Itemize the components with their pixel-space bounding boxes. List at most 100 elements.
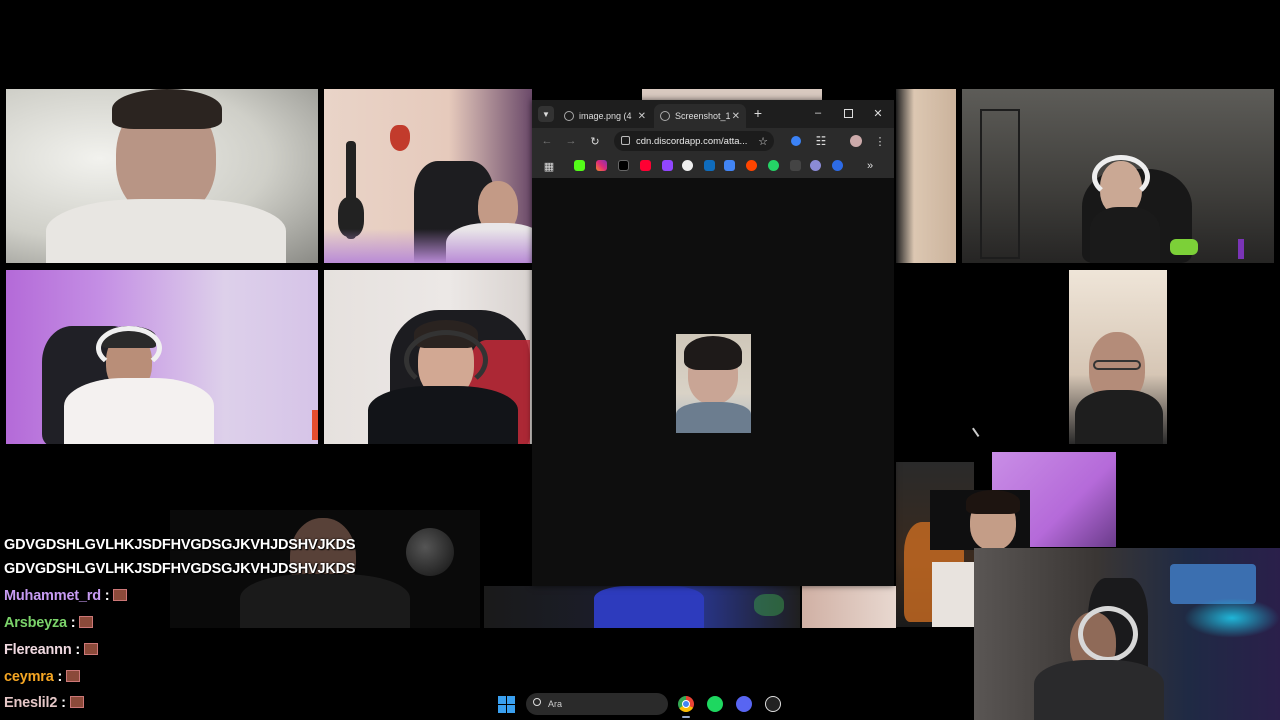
arrow-left-icon: ← bbox=[541, 135, 553, 147]
chrome-icon bbox=[682, 700, 690, 708]
tab-title: Screenshot_1 bbox=[675, 111, 731, 121]
extension-button[interactable] bbox=[788, 133, 804, 149]
reddit-icon[interactable] bbox=[746, 160, 757, 171]
plus-icon: + bbox=[753, 105, 763, 121]
back-button[interactable]: ← bbox=[538, 132, 556, 150]
site-info-icon bbox=[621, 136, 630, 145]
double-chevron-right-icon: » bbox=[866, 160, 874, 172]
more-bookmarks-button[interactable]: » bbox=[862, 158, 878, 174]
chrome-active-indicator bbox=[682, 716, 690, 718]
chat-username: Arsbeyza bbox=[4, 615, 67, 631]
x-icon[interactable] bbox=[618, 160, 629, 171]
chat-separator: : bbox=[70, 615, 76, 631]
chat-text: GDVGDSHLGVLHKJSDFHVGDSGJKVHJDSHVJKDS bbox=[4, 537, 356, 553]
forward-button[interactable]: → bbox=[562, 132, 580, 150]
chrome-bookmark-icon[interactable] bbox=[682, 160, 693, 171]
video-tile-14[interactable] bbox=[802, 586, 896, 628]
chat-message: Eneslil2 : bbox=[4, 695, 84, 711]
chat-message: ceymra : bbox=[4, 669, 81, 685]
kick-icon[interactable] bbox=[574, 160, 585, 171]
emote-icon bbox=[113, 589, 128, 601]
chevron-down-icon: ▼ bbox=[542, 109, 550, 119]
emote-icon bbox=[66, 670, 81, 682]
chrome-taskbar-button[interactable] bbox=[678, 696, 694, 712]
globe-icon bbox=[660, 111, 670, 121]
search-icon bbox=[533, 698, 541, 706]
new-tab-button[interactable]: + bbox=[750, 105, 766, 121]
discord-taskbar-button[interactable] bbox=[736, 696, 752, 712]
windows-start-icon bbox=[498, 696, 506, 704]
minimize-button[interactable]: – bbox=[808, 104, 828, 122]
close-window-button[interactable]: ✕ bbox=[868, 104, 888, 122]
maximize-icon bbox=[843, 108, 853, 118]
cursor-icon bbox=[972, 423, 986, 437]
puzzle-icon: ☷ bbox=[815, 134, 827, 148]
video-tile-5[interactable] bbox=[962, 89, 1274, 263]
windows-start-button[interactable] bbox=[498, 696, 515, 713]
bookmark-star-button[interactable]: ☆ bbox=[754, 132, 772, 150]
chat-message: GDVGDSHLGVLHKJSDFHVGDSGJKVHJDSHVJKDS bbox=[4, 537, 356, 553]
reload-icon: ↻ bbox=[590, 135, 600, 148]
avatar bbox=[850, 135, 862, 147]
emote-icon bbox=[79, 616, 94, 628]
chat-separator: : bbox=[104, 588, 110, 604]
chat-username: ceymra bbox=[4, 669, 54, 685]
bookmarks-bar: ▦ » bbox=[532, 154, 894, 179]
taskbar: Ara bbox=[480, 690, 810, 720]
chat-separator: : bbox=[75, 642, 80, 658]
video-tile-11[interactable] bbox=[930, 490, 1030, 550]
obs-taskbar-button[interactable] bbox=[765, 696, 781, 712]
tab-screenshot[interactable]: Screenshot_1 ✕ bbox=[654, 104, 746, 128]
tab-bar: ▼ image.png (4 ✕ Screenshot_1 ✕ + – ✕ bbox=[532, 100, 894, 128]
chat-username: Muhammet_rd bbox=[4, 588, 101, 604]
spotify-taskbar-button[interactable] bbox=[707, 696, 723, 712]
browser-toolbar: ← → ↻ cdn.discordapp.com/atta... ☆ ☷ ⋮ bbox=[532, 128, 894, 154]
twitch-icon[interactable] bbox=[662, 160, 673, 171]
emote-icon bbox=[83, 643, 98, 655]
bookmark-sync-icon[interactable] bbox=[810, 160, 821, 171]
arrow-right-icon: → bbox=[565, 135, 577, 147]
webcam-overlay bbox=[974, 548, 1280, 720]
minimize-icon: – bbox=[814, 107, 822, 119]
extension-blue-icon bbox=[791, 136, 801, 146]
video-tile-7[interactable] bbox=[324, 270, 532, 444]
video-tile-13[interactable] bbox=[484, 586, 800, 628]
displayed-image bbox=[676, 334, 751, 433]
video-tile-2[interactable] bbox=[324, 89, 532, 263]
star-icon: ☆ bbox=[758, 135, 768, 148]
chat-separator: : bbox=[61, 695, 66, 711]
video-tile-8[interactable] bbox=[1069, 270, 1167, 444]
instagram-icon[interactable] bbox=[596, 160, 607, 171]
chat-username: Eneslil2 bbox=[4, 695, 58, 711]
apps-button[interactable]: ▦ bbox=[542, 159, 556, 173]
menu-button[interactable]: ⋮ bbox=[872, 132, 888, 150]
extensions-menu-button[interactable]: ☷ bbox=[812, 132, 830, 150]
video-tile-4[interactable] bbox=[896, 89, 956, 263]
video-tile-6[interactable] bbox=[6, 270, 318, 444]
emote-icon bbox=[69, 696, 84, 708]
outlook-icon[interactable] bbox=[704, 160, 715, 171]
tab-search-button[interactable]: ▼ bbox=[538, 106, 554, 122]
close-icon: ✕ bbox=[873, 107, 883, 120]
bookmark-dark-icon[interactable] bbox=[790, 160, 801, 171]
close-tab-icon[interactable]: ✕ bbox=[732, 111, 740, 122]
address-bar[interactable]: cdn.discordapp.com/atta... bbox=[614, 131, 774, 151]
chat-message: Muhammet_rd : bbox=[4, 588, 128, 604]
chat-message: Arsbeyza : bbox=[4, 615, 94, 631]
taskbar-search[interactable]: Ara bbox=[526, 693, 668, 715]
browser-window[interactable]: ▼ image.png (4 ✕ Screenshot_1 ✕ + – ✕ ← bbox=[532, 100, 894, 586]
close-tab-icon[interactable]: ✕ bbox=[638, 111, 646, 122]
profile-button[interactable] bbox=[848, 133, 864, 149]
reload-button[interactable]: ↻ bbox=[586, 132, 604, 150]
globe-icon bbox=[564, 111, 574, 121]
chat-username: Flereannn bbox=[4, 642, 72, 658]
page-viewport bbox=[532, 178, 894, 586]
tab-image[interactable]: image.png (4 ✕ bbox=[558, 104, 652, 128]
youtube-icon[interactable] bbox=[640, 160, 651, 171]
translate-icon[interactable] bbox=[724, 160, 735, 171]
maximize-button[interactable] bbox=[838, 104, 858, 122]
whatsapp-icon[interactable] bbox=[768, 160, 779, 171]
bookmark-play-icon[interactable] bbox=[832, 160, 843, 171]
chat-separator: : bbox=[57, 669, 63, 685]
video-tile-1[interactable] bbox=[6, 89, 318, 263]
